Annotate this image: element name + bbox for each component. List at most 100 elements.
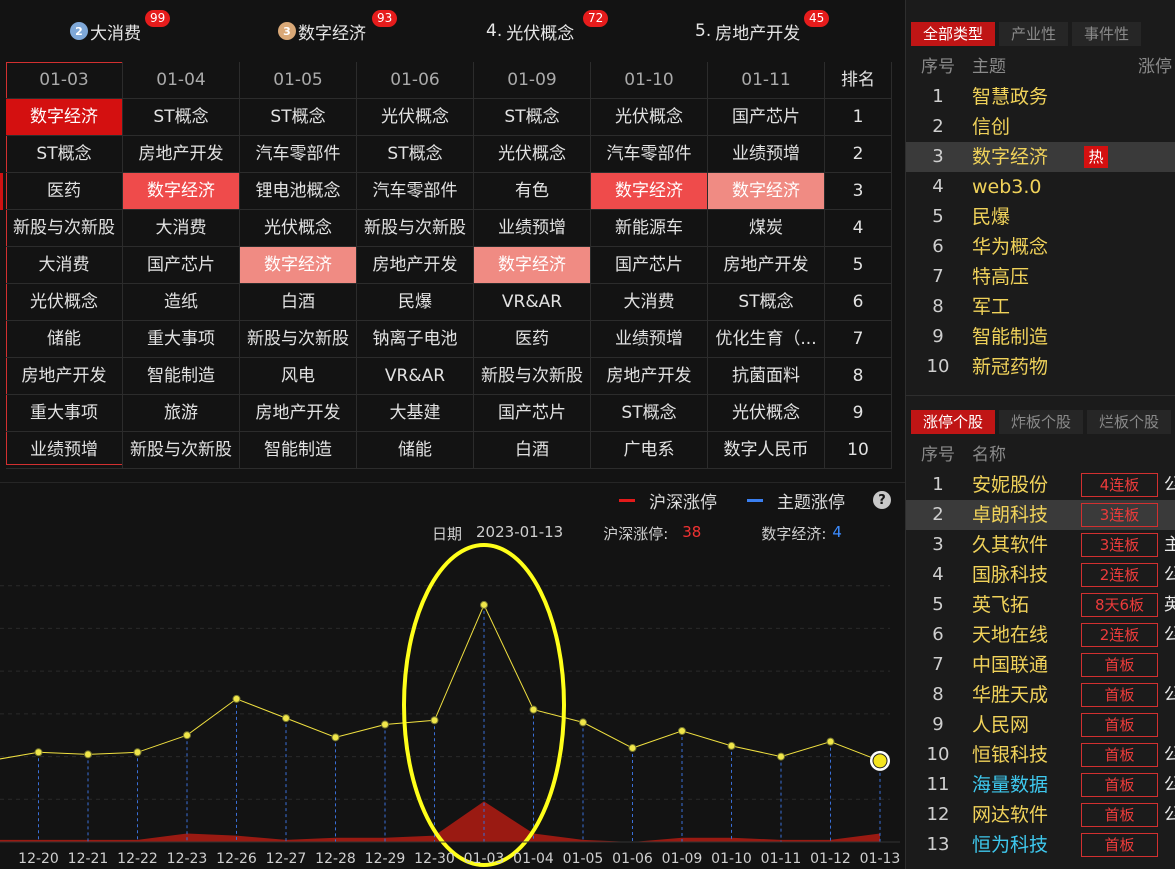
theme-cell[interactable]: 大基建 <box>357 395 474 432</box>
theme-cell[interactable]: 旅游 <box>123 395 240 432</box>
tab-limit-up-stocks[interactable]: 涨停个股 <box>911 410 996 434</box>
theme-cell[interactable]: 大消费 <box>6 247 123 284</box>
theme-cell[interactable]: VR&AR <box>357 358 474 395</box>
theme-list-item[interactable]: 6 华为概念 <box>906 232 1175 262</box>
theme-cell[interactable]: 民爆 <box>357 284 474 321</box>
help-icon[interactable]: ? <box>873 491 891 509</box>
theme-list-item[interactable]: 3 数字经济 热 <box>906 142 1175 172</box>
data-point[interactable] <box>480 600 488 609</box>
theme-cell[interactable]: 国产芯片 <box>591 247 708 284</box>
theme-cell[interactable]: 数字经济 <box>240 247 357 284</box>
theme-cell[interactable]: 白酒 <box>240 284 357 321</box>
theme-cell[interactable]: ST概念 <box>708 284 825 321</box>
theme-list-item[interactable]: 4 web3.0 <box>906 172 1175 202</box>
theme-cell[interactable]: 业绩预增 <box>474 210 591 247</box>
theme-cell[interactable]: 光伏概念 <box>591 99 708 136</box>
date-column-header[interactable]: 01-10 <box>591 62 708 99</box>
theme-list-item[interactable]: 2 信创 <box>906 112 1175 142</box>
theme-cell[interactable]: ST概念 <box>6 136 123 173</box>
stock-list-item[interactable]: 2 卓朗科技 3连板 <box>906 500 1175 530</box>
date-column-header[interactable]: 01-03 <box>6 62 123 99</box>
stock-list-item[interactable]: 1 安妮股份 4连板公 <box>906 470 1175 500</box>
date-column-header[interactable]: 01-11 <box>708 62 825 99</box>
theme-cell[interactable]: 白酒 <box>474 432 591 469</box>
theme-cell[interactable]: 新股与次新股 <box>6 210 123 247</box>
theme-cell[interactable]: 国产芯片 <box>123 247 240 284</box>
tab-event[interactable]: 事件性 <box>1072 22 1142 46</box>
data-point[interactable] <box>183 731 191 740</box>
tab-weak-board-stocks[interactable]: 烂板个股 <box>1087 410 1172 434</box>
top-tab-5[interactable]: 5. 房地产开发 45 <box>695 10 830 50</box>
stock-list-item[interactable]: 13 恒为科技 首板 <box>906 830 1175 860</box>
selected-point[interactable] <box>872 753 888 769</box>
theme-cell[interactable]: 房地产开发 <box>123 136 240 173</box>
theme-cell[interactable]: ST概念 <box>591 395 708 432</box>
data-point[interactable] <box>331 733 340 742</box>
stock-list-item[interactable]: 9 人民网 首板 <box>906 710 1175 740</box>
top-tab-2[interactable]: 2 大消费 99 <box>70 10 171 50</box>
theme-cell[interactable]: 数字经济 <box>708 173 825 210</box>
theme-cell[interactable]: 智能制造 <box>123 358 240 395</box>
theme-cell[interactable]: 储能 <box>6 321 123 358</box>
data-point[interactable] <box>678 726 686 735</box>
theme-cell[interactable]: 医药 <box>6 173 123 210</box>
theme-cell[interactable]: 业绩预增 <box>708 136 825 173</box>
theme-cell[interactable]: 房地产开发 <box>708 247 825 284</box>
theme-cell[interactable]: 风电 <box>240 358 357 395</box>
stock-list-item[interactable]: 8 华胜天成 首板公 <box>906 680 1175 710</box>
theme-list-item[interactable]: 7 特高压 <box>906 262 1175 292</box>
theme-cell[interactable]: 医药 <box>474 321 591 358</box>
legend-market[interactable]: 沪深涨停 <box>619 488 717 513</box>
theme-cell[interactable]: ST概念 <box>240 99 357 136</box>
date-column-header[interactable]: 01-06 <box>357 62 474 99</box>
theme-list-item[interactable]: 10 新冠药物 <box>906 352 1175 382</box>
theme-cell[interactable]: 智能制造 <box>240 432 357 469</box>
theme-cell[interactable]: 新股与次新股 <box>123 432 240 469</box>
theme-cell[interactable]: 优化生育（... <box>708 321 825 358</box>
data-point[interactable] <box>34 748 43 757</box>
data-point[interactable] <box>381 720 389 729</box>
top-tab-4[interactable]: 4. 光伏概念 72 <box>486 10 609 50</box>
theme-cell[interactable]: 新股与次新股 <box>357 210 474 247</box>
theme-cell[interactable]: 数字经济 <box>123 173 240 210</box>
data-point[interactable] <box>282 714 290 723</box>
theme-list-item[interactable]: 5 民爆 <box>906 202 1175 232</box>
stock-list-item[interactable]: 10 恒银科技 首板公 <box>906 740 1175 770</box>
theme-cell[interactable]: 光伏概念 <box>6 284 123 321</box>
theme-cell[interactable]: 大消费 <box>591 284 708 321</box>
stock-list-item[interactable]: 6 天地在线 2连板公 <box>906 620 1175 650</box>
theme-cell[interactable]: 数字经济 <box>474 247 591 284</box>
theme-cell[interactable]: 国产芯片 <box>708 99 825 136</box>
theme-cell[interactable]: ST概念 <box>357 136 474 173</box>
theme-cell[interactable]: 重大事项 <box>123 321 240 358</box>
date-column-header[interactable]: 01-09 <box>474 62 591 99</box>
theme-cell[interactable]: 业绩预增 <box>591 321 708 358</box>
theme-cell[interactable]: 广电系 <box>591 432 708 469</box>
data-point[interactable] <box>133 748 142 757</box>
theme-cell[interactable]: 重大事项 <box>6 395 123 432</box>
theme-cell[interactable]: 数字人民币 <box>708 432 825 469</box>
data-point[interactable] <box>777 752 785 761</box>
theme-cell[interactable]: 新股与次新股 <box>474 358 591 395</box>
data-point[interactable] <box>826 737 835 746</box>
theme-cell[interactable]: ST概念 <box>474 99 591 136</box>
tab-all-types[interactable]: 全部类型 <box>911 22 996 46</box>
data-point[interactable] <box>579 718 587 727</box>
data-point[interactable] <box>529 705 538 714</box>
data-point[interactable] <box>84 750 92 759</box>
theme-list-item[interactable]: 1 智慧政务 <box>906 82 1175 112</box>
data-point[interactable] <box>628 744 637 753</box>
theme-cell[interactable]: 抗菌面料 <box>708 358 825 395</box>
theme-cell[interactable]: 新股与次新股 <box>240 321 357 358</box>
tab-broken-board-stocks[interactable]: 炸板个股 <box>999 410 1084 434</box>
theme-cell[interactable]: 光伏概念 <box>240 210 357 247</box>
theme-cell[interactable]: 光伏概念 <box>708 395 825 432</box>
theme-cell[interactable]: 新能源车 <box>591 210 708 247</box>
theme-list-item[interactable]: 8 军工 <box>906 292 1175 322</box>
stock-list-item[interactable]: 7 中国联通 首板 <box>906 650 1175 680</box>
theme-cell[interactable]: 数字经济 <box>6 99 123 136</box>
theme-cell[interactable]: 房地产开发 <box>357 247 474 284</box>
date-column-header[interactable]: 01-05 <box>240 62 357 99</box>
tab-industry[interactable]: 产业性 <box>999 22 1069 46</box>
stock-list-item[interactable]: 5 英飞拓 8天6板英 <box>906 590 1175 620</box>
